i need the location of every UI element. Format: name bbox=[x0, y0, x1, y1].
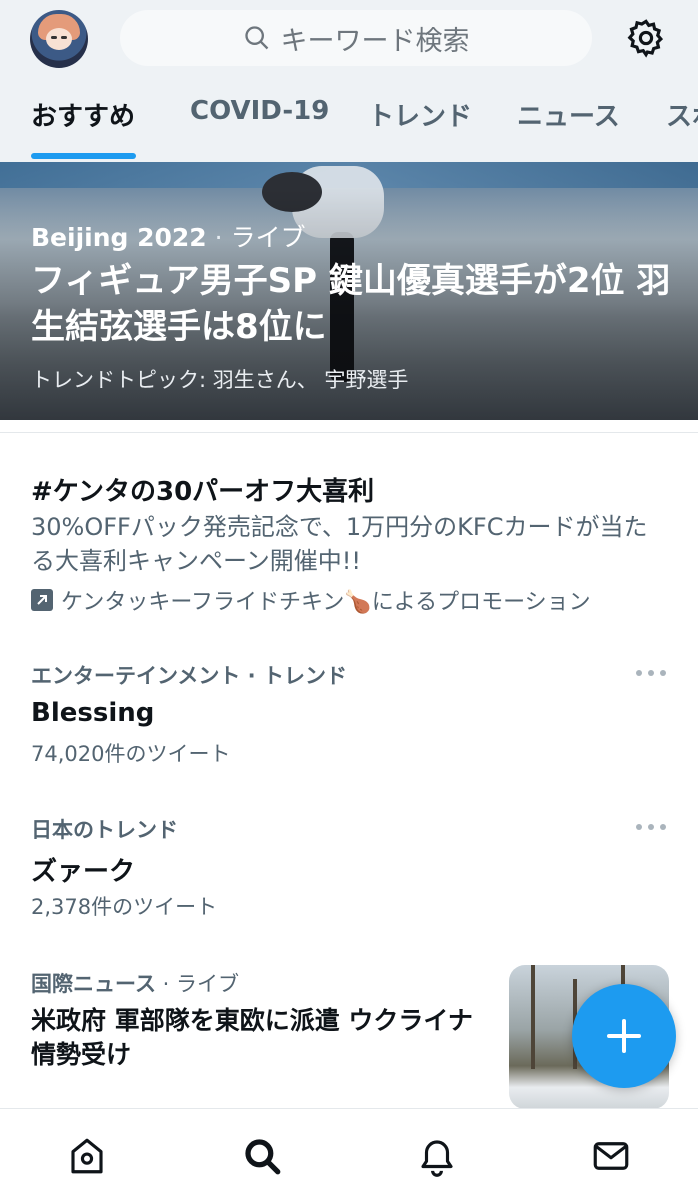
hero-topics: トレンドトピック: 羽生さん、 宇野選手 bbox=[31, 368, 409, 392]
tab-news[interactable]: ニュース bbox=[517, 96, 620, 133]
tab-trends[interactable]: トレンド bbox=[368, 96, 472, 133]
promoted-trend-title[interactable]: #ケンタの30パーオフ大喜利 bbox=[31, 471, 374, 508]
hero-event: Beijing 2022 bbox=[31, 223, 207, 252]
hero-card[interactable]: Beijing 2022 · ライブ フィギュア男子SP 鍵山優真選手が2位 羽… bbox=[0, 162, 698, 420]
notifications-icon[interactable] bbox=[416, 1135, 458, 1177]
trend-tweet-count: 74,020件のツイート bbox=[31, 742, 231, 766]
search-placeholder: キーワード検索 bbox=[280, 25, 470, 57]
hero-status: ライブ bbox=[230, 223, 306, 252]
trend-category: エンターテインメント · トレンド bbox=[31, 664, 347, 688]
promoted-advertiser: ケンタッキーフライドチキン🍗によるプロモーション bbox=[61, 590, 591, 615]
active-tab-indicator bbox=[31, 153, 136, 159]
search-icon bbox=[244, 26, 268, 50]
more-options-icon[interactable] bbox=[636, 670, 666, 680]
tab-bar: おすすめ COVID-19 トレンド ニュース スポ bbox=[0, 96, 698, 146]
thumbnail-tree bbox=[531, 965, 535, 1069]
promoted-arrow-icon bbox=[31, 589, 53, 611]
more-options-icon[interactable] bbox=[636, 824, 666, 834]
promoted-trend-description: 30%OFFパック発売記念で、1万円分のKFCカードが当たる大喜利キャンペーン開… bbox=[31, 513, 648, 575]
messages-icon[interactable] bbox=[590, 1135, 632, 1177]
tab-covid[interactable]: COVID-19 bbox=[190, 96, 329, 126]
trend-name[interactable]: Blessing bbox=[31, 698, 154, 728]
hero-title: フィギュア男子SP 鍵山優真選手が2位 羽生結弦選手は8位に bbox=[31, 261, 671, 347]
avatar-eye bbox=[61, 36, 67, 39]
tab-sports[interactable]: スポ bbox=[666, 96, 698, 133]
divider bbox=[0, 432, 698, 433]
promoted-by: ケンタッキーフライドチキン🍗によるプロモーション bbox=[31, 584, 591, 616]
bottom-nav bbox=[0, 1108, 698, 1200]
home-icon[interactable] bbox=[66, 1135, 108, 1177]
hero-meta: Beijing 2022 · ライブ bbox=[31, 218, 306, 254]
trend-tweet-count: 2,378件のツイート bbox=[31, 895, 218, 919]
gear-icon[interactable] bbox=[625, 17, 667, 59]
search-icon[interactable] bbox=[241, 1135, 283, 1177]
trend-category: 日本のトレンド bbox=[31, 818, 178, 842]
avatar-face bbox=[46, 28, 72, 50]
header: キーワード検索 おすすめ COVID-19 トレンド ニュース スポ bbox=[0, 0, 698, 162]
news-status: ライブ bbox=[176, 972, 240, 996]
profile-avatar[interactable] bbox=[30, 10, 88, 68]
tab-recommended[interactable]: おすすめ bbox=[31, 96, 135, 133]
search-bar[interactable]: キーワード検索 bbox=[120, 10, 592, 66]
compose-button[interactable] bbox=[572, 984, 676, 1088]
avatar-eye bbox=[51, 36, 57, 39]
news-category: 国際ニュース · ライブ bbox=[31, 968, 239, 998]
news-category-name: 国際ニュース bbox=[31, 972, 156, 996]
news-separator: · bbox=[162, 972, 170, 996]
plus-icon bbox=[607, 1019, 641, 1053]
trend-name[interactable]: ズァーク bbox=[31, 851, 135, 888]
news-title[interactable]: 米政府 軍部隊を東欧に派遣 ウクライナ情勢受け bbox=[31, 1004, 481, 1072]
hero-separator: · bbox=[214, 223, 223, 252]
